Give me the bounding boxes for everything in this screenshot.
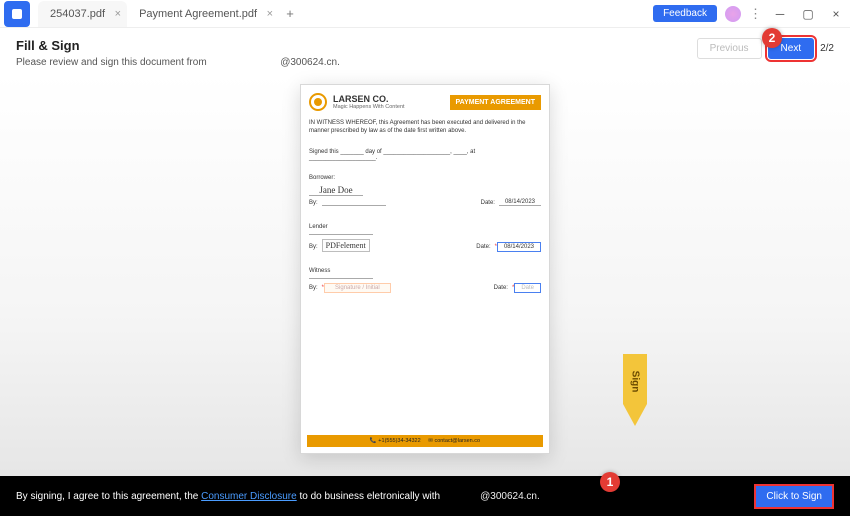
sign-arrow: Sign <box>620 354 650 426</box>
document-canvas: LARSEN CO. Magic Happens With Content PA… <box>0 74 850 476</box>
sign-arrow-label: Sign <box>630 367 641 397</box>
page-title: Fill & Sign <box>16 38 340 53</box>
page-indicator: 2/2 <box>820 43 834 54</box>
tab-inactive[interactable]: 254037.pdf × <box>38 1 127 27</box>
agreement-sender: @300624.cn. <box>480 491 540 502</box>
subheader: Fill & Sign Please review and sign this … <box>0 28 850 74</box>
doc-header: LARSEN CO. Magic Happens With Content PA… <box>309 93 541 111</box>
footer-phone: +1(555)34-34322 <box>378 438 420 444</box>
tab-label: 254037.pdf <box>50 8 105 20</box>
tab-label: Payment Agreement.pdf <box>139 8 257 20</box>
signed-this-line: Signed this _______ day of _____________… <box>309 149 541 161</box>
bottom-bar: By signing, I agree to this agreement, t… <box>0 476 850 516</box>
consumer-disclosure-link[interactable]: Consumer Disclosure <box>201 491 297 502</box>
doc-paragraph: IN WITNESS WHEREOF, this Agreement has b… <box>309 119 541 135</box>
lender-name: PDFelement <box>322 239 370 252</box>
titlebar: 254037.pdf × Payment Agreement.pdf × + F… <box>0 0 850 28</box>
borrower-name: Jane Doe <box>309 185 363 195</box>
witness-row: By: *Signature / Initial Date: *Date <box>309 285 541 291</box>
add-tab-button[interactable]: + <box>279 6 301 21</box>
feedback-button[interactable]: Feedback <box>653 5 717 22</box>
callout-badge-1: 1 <box>600 472 620 492</box>
phone-icon: 📞 <box>370 438 377 444</box>
by-label: By: <box>309 244 318 250</box>
lender-signature-field[interactable]: PDFelement <box>322 241 376 250</box>
tab-active[interactable]: Payment Agreement.pdf × <box>127 1 279 27</box>
subtitle-prefix: Please review and sign this document fro… <box>16 57 207 68</box>
callout-badge-2: 2 <box>762 28 782 48</box>
agreement-prefix: By signing, I agree to this agreement, t… <box>16 491 201 502</box>
more-menu-icon[interactable]: ⋮ <box>749 6 762 22</box>
mail-icon: ✉ <box>428 438 433 444</box>
witness-label: Witness <box>309 268 541 274</box>
by-label: By: <box>309 285 318 291</box>
lender-row: By: PDFelement Date: *08/14/2023 <box>309 241 541 250</box>
subtitle-sender: @300624.cn. <box>280 57 340 68</box>
previous-button[interactable]: Previous <box>697 38 762 59</box>
doc-banner: PAYMENT AGREEMENT <box>450 95 541 110</box>
agreement-suffix: to do business eletronically with <box>299 491 440 502</box>
agreement-text: By signing, I agree to this agreement, t… <box>16 491 440 502</box>
witness-signature-field[interactable]: Signature / Initial <box>324 283 391 293</box>
borrower-signature: Jane Doe <box>309 185 363 196</box>
document-page[interactable]: LARSEN CO. Magic Happens With Content PA… <box>300 84 550 454</box>
by-label: By: <box>309 200 318 206</box>
minimize-icon[interactable]: ─ <box>770 7 790 21</box>
tab-close-icon[interactable]: × <box>115 8 121 20</box>
avatar[interactable] <box>725 6 741 22</box>
borrower-label: Borrower: <box>309 175 541 181</box>
footer-email: contact@larsen.co <box>434 438 480 444</box>
date-label: Date: <box>476 244 490 250</box>
lender-date-field[interactable]: 08/14/2023 <box>497 242 541 252</box>
lender-label: Lender <box>309 224 541 230</box>
company-logo-icon <box>309 93 327 111</box>
company-name: LARSEN CO. <box>333 94 405 104</box>
company-tagline: Magic Happens With Content <box>333 104 405 110</box>
date-label: Date: <box>481 200 495 206</box>
borrower-date: 08/14/2023 <box>499 199 541 206</box>
close-icon[interactable]: × <box>826 7 846 21</box>
app-logo <box>4 1 30 27</box>
titlebar-right: Feedback ⋮ ─ ▢ × <box>653 5 850 22</box>
witness-date-field[interactable]: Date <box>514 283 541 293</box>
doc-footer: 📞 +1(555)34-34322 ✉ contact@larsen.co <box>307 435 543 447</box>
click-to-sign-button[interactable]: Click to Sign <box>754 484 834 509</box>
date-label: Date: <box>494 285 508 291</box>
page-subtitle: Please review and sign this document fro… <box>16 57 340 68</box>
maximize-icon[interactable]: ▢ <box>798 7 818 21</box>
borrower-row: By: Date: 08/14/2023 <box>309 196 541 206</box>
tab-close-icon[interactable]: × <box>267 8 273 20</box>
